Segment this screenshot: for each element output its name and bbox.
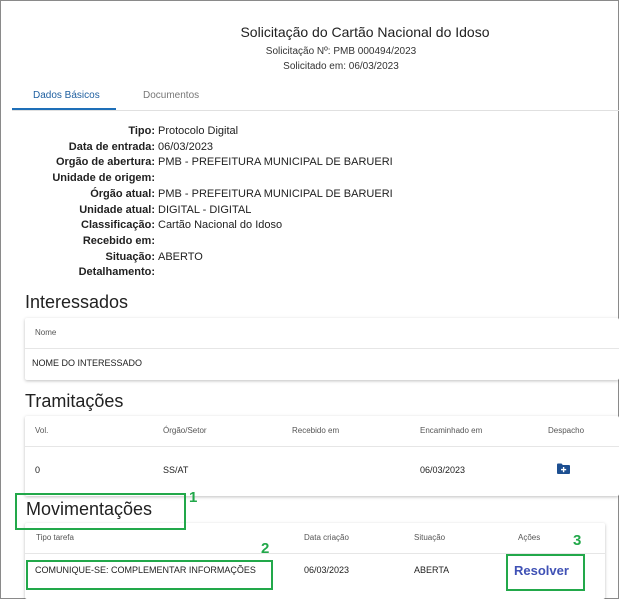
highlight-box-movimentacoes <box>15 493 186 530</box>
col-header-despacho: Despacho <box>548 426 585 435</box>
row-divider <box>25 446 619 447</box>
tramitacao-orgao: SS/AT <box>163 465 189 475</box>
annotation-number-1: 1 <box>189 489 198 506</box>
folder-add-icon[interactable] <box>557 461 570 479</box>
row-divider <box>25 348 619 349</box>
field-label-tipo: Tipo: <box>128 125 155 137</box>
col-header-vol: Vol. <box>35 426 49 435</box>
field-label-situacao: Situação: <box>105 251 155 263</box>
highlight-box-tipo-tarefa <box>26 560 273 590</box>
col-header-tipo-tarefa: Tipo tarefa <box>36 533 74 542</box>
page-title: Solicitação do Cartão Nacional do Idoso <box>240 24 490 40</box>
field-label-orgao-abertura: Orgão de abertura: <box>55 156 155 168</box>
tramitacoes-card: Vol. Órgão/Setor Recebido em Encaminhado… <box>25 416 619 496</box>
interessado-nome: NOME DO INTERESSADO <box>32 358 143 368</box>
field-label-recebido-em: Recebido em: <box>82 235 155 247</box>
tab-documentos[interactable]: Documentos <box>143 90 199 101</box>
tabs-divider <box>12 110 619 111</box>
tramitacao-vol: 0 <box>35 465 41 475</box>
field-value-situacao: ABERTO <box>158 251 203 263</box>
field-label-data-entrada: Data de entrada: <box>68 141 155 153</box>
interessados-card: Nome NOME DO INTERESSADO <box>25 318 619 380</box>
field-label-classificacao: Classificação: <box>81 219 155 231</box>
tab-dados-basicos[interactable]: Dados Básicos <box>33 90 100 101</box>
col-header-encaminhado-em: Encaminhado em <box>420 426 483 435</box>
request-date: Solicitado em: 06/03/2023 <box>283 61 399 72</box>
field-label-unidade-origem: Unidade de origem: <box>52 172 155 184</box>
field-value-unidade-atual: DIGITAL - DIGITAL <box>158 204 252 216</box>
movimentacao-data: 06/03/2023 <box>304 565 350 575</box>
field-value-orgao-atual: PMB - PREFEITURA MUNICIPAL DE BARUERI <box>158 188 393 200</box>
col-header-recebido-em: Recebido em <box>292 426 340 435</box>
field-value-data-entrada: 06/03/2023 <box>158 141 214 153</box>
col-header-situacao: Situação <box>414 533 446 542</box>
annotation-number-2: 2 <box>261 540 270 557</box>
movimentacao-situacao: ABERTA <box>414 565 450 575</box>
col-header-acoes: Ações <box>518 533 541 542</box>
tramitacao-encaminhado: 06/03/2023 <box>420 465 466 475</box>
field-value-orgao-abertura: PMB - PREFEITURA MUNICIPAL DE BARUERI <box>158 156 393 168</box>
col-header-data-criacao: Data criação <box>304 533 349 542</box>
col-header-nome: Nome <box>35 328 57 337</box>
section-title-interessados: Interessados <box>25 292 129 312</box>
field-value-tipo: Protocolo Digital <box>158 125 239 137</box>
request-number: Solicitação Nº: PMB 000494/2023 <box>265 46 417 57</box>
highlight-box-resolver <box>506 554 585 591</box>
col-header-orgao-setor: Órgão/Setor <box>163 426 207 435</box>
section-title-tramitacoes: Tramitações <box>25 391 124 411</box>
field-label-orgao-atual: Órgão atual: <box>90 188 155 200</box>
field-label-unidade-atual: Unidade atual: <box>79 204 155 216</box>
field-label-detalhamento: Detalhamento: <box>78 266 155 278</box>
annotation-number-3: 3 <box>573 532 582 549</box>
field-value-classificacao: Cartão Nacional do Idoso <box>158 219 283 231</box>
